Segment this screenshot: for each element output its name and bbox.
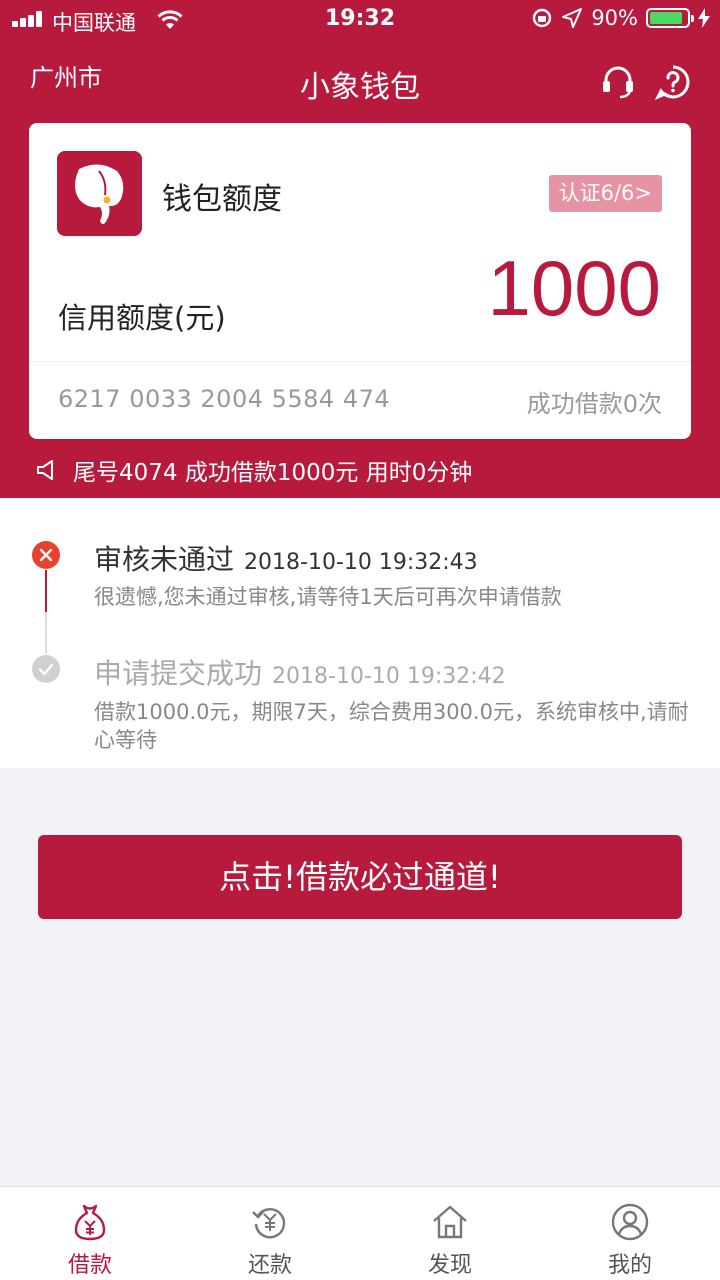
timeline-status: 申请提交成功 xyxy=(94,657,263,690)
tab-borrow[interactable]: 借款 xyxy=(0,1187,180,1280)
tab-discover[interactable]: 发现 xyxy=(360,1187,540,1280)
speaker-icon xyxy=(37,460,53,480)
loan-channel-button[interactable]: 点击!借款必过通道! xyxy=(38,835,682,919)
certification-badge[interactable]: 认证6/6> xyxy=(548,175,662,212)
location-icon xyxy=(562,8,583,28)
check-icon xyxy=(32,655,60,683)
charging-icon xyxy=(698,8,710,28)
repay-icon xyxy=(252,1208,286,1239)
credit-amount-label: 信用额度(元) xyxy=(58,301,226,335)
timeline-line-active xyxy=(45,570,47,612)
notice-text: 尾号4074 成功借款1000元 用时0分钟 xyxy=(73,460,473,486)
tab-mine[interactable]: 我的 xyxy=(540,1187,720,1280)
card-title: 钱包额度 xyxy=(162,182,282,217)
timeline-item-rejected: 审核未通过 2018-10-10 19:32:43 xyxy=(94,538,478,578)
battery-icon xyxy=(646,8,694,28)
status-bar: 中国联通 19:32 90% xyxy=(0,0,720,40)
credit-amount: 1000 xyxy=(487,244,661,332)
timeline-desc: 借款1000.0元，期限7天，综合费用300.0元，系统审核中,请耐心等待 xyxy=(94,700,689,752)
status-right: 90% xyxy=(531,6,710,30)
money-bag-icon xyxy=(74,1204,106,1241)
tab-label: 还款 xyxy=(247,1253,292,1278)
tab-bar: 借款 还款 发现 我的 xyxy=(0,1186,720,1280)
timeline-desc: 很遗憾,您未通过审核,请等待1天后可再次申请借款 xyxy=(94,585,562,609)
timeline-time: 2018-10-10 19:32:43 xyxy=(244,550,478,575)
wallet-card[interactable]: 钱包额度 认证6/6> 1000 信用额度(元) 6217 0033 2004 … xyxy=(29,123,691,439)
battery-percent: 90% xyxy=(591,6,638,30)
help-icon[interactable] xyxy=(655,64,691,100)
headset-icon[interactable] xyxy=(600,64,636,100)
home-icon xyxy=(433,1205,467,1239)
notice-bar: 尾号4074 成功借款1000元 用时0分钟 xyxy=(35,453,472,487)
review-timeline: 审核未通过 2018-10-10 19:32:43 很遗憾,您未通过审核,请等待1… xyxy=(0,498,720,768)
card-divider xyxy=(29,361,691,362)
user-icon xyxy=(611,1203,649,1241)
timeline-item-submitted: 申请提交成功 2018-10-10 19:32:42 xyxy=(94,652,506,692)
tab-label: 发现 xyxy=(427,1253,472,1278)
tab-label: 借款 xyxy=(67,1253,112,1278)
elephant-logo xyxy=(57,151,142,236)
tab-label: 我的 xyxy=(607,1253,652,1278)
elephant-icon xyxy=(75,164,124,225)
timeline-status: 审核未通过 xyxy=(94,543,235,576)
rotation-lock-icon xyxy=(533,8,552,28)
timeline-time: 2018-10-10 19:32:42 xyxy=(272,664,506,689)
bank-card-number: 6217 0033 2004 5584 474 xyxy=(58,385,391,413)
timeline-line xyxy=(45,612,47,654)
loan-count: 成功借款0次 xyxy=(526,390,662,418)
tab-repay[interactable]: 还款 xyxy=(180,1187,360,1280)
reject-icon xyxy=(32,541,60,569)
